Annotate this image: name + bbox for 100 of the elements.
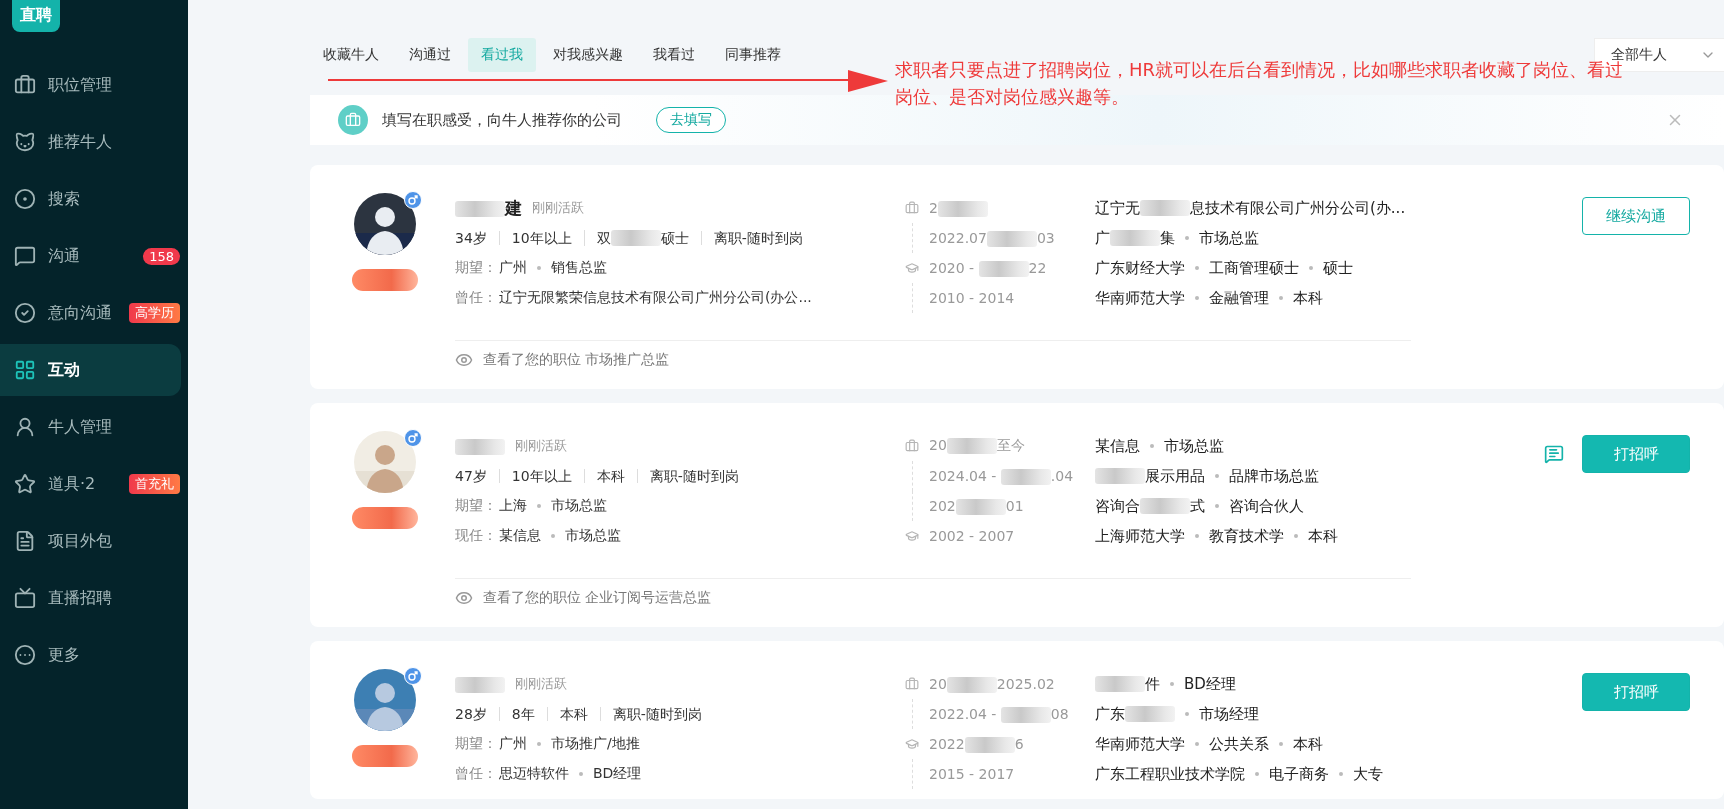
experience-text: 教育技术学 [1209, 526, 1284, 545]
sidebar-item[interactable]: 搜索 [0, 173, 180, 225]
date-range: 2025.02 [996, 675, 1055, 692]
blurred-text [964, 736, 1015, 753]
field-label: 曾任： [455, 289, 497, 307]
separator-dot [1279, 296, 1283, 300]
experience-text: 品牌市场总监 [1229, 466, 1319, 485]
profile-tag: 离职-随时到岗 [612, 707, 702, 721]
experience-text: 集 [1160, 228, 1175, 247]
blurred-tag [352, 745, 418, 767]
tab[interactable]: 收藏牛人 [310, 38, 392, 72]
date-range: 20 [929, 675, 947, 692]
sidebar-item[interactable]: 互动 [0, 344, 181, 396]
separator-dot [1215, 474, 1219, 478]
separator-dot [1150, 444, 1154, 448]
graduation-cap-icon [905, 529, 919, 543]
graduation-cap-icon [905, 737, 919, 751]
briefcase-icon [905, 439, 919, 453]
blurred-text [937, 200, 988, 217]
experience-text: 公共关系 [1209, 734, 1269, 753]
blurred-tag [352, 507, 418, 529]
separator-dot [1195, 296, 1199, 300]
date-range: 22 [1028, 259, 1047, 276]
blurred-text [610, 230, 661, 246]
promo-tag: 首充礼 [129, 474, 180, 494]
banner-text: 填写在职感受，向牛人推荐你的公司 [382, 110, 622, 130]
experience-text: 华南师范大学 [1095, 734, 1185, 753]
date-range: 08 [1050, 705, 1069, 722]
sidebar-item[interactable]: 职位管理 [0, 59, 180, 111]
sidebar-item[interactable]: 意向沟通 [0, 287, 129, 339]
sidebar-item[interactable]: 沟通 [0, 230, 144, 282]
blurred-text [978, 260, 1029, 277]
separator-dot [1185, 712, 1189, 716]
separator-dot [537, 504, 541, 508]
field-value: BD经理 [593, 765, 642, 783]
blurred-text [1140, 200, 1190, 216]
profile-tag: 34岁 [455, 231, 487, 245]
sidebar-item[interactable]: 牛人管理 [0, 401, 180, 453]
activity-status: 刚刚活跃 [515, 675, 567, 693]
star-icon [14, 473, 36, 495]
separator-dot [1279, 742, 1283, 746]
experience-text: 式 [1190, 496, 1205, 515]
separator-dot [1255, 772, 1259, 776]
experience-text: 息技术有限公司广州分公司(办... [1190, 198, 1406, 217]
blurred-text [1000, 468, 1051, 485]
blurred-text [1110, 230, 1160, 246]
field-value: 思迈特软件 [499, 765, 569, 783]
date-range: 2020 - [929, 259, 976, 276]
experience-text: 市场经理 [1199, 704, 1259, 723]
separator-dot [1170, 682, 1174, 686]
sidebar-item[interactable]: 项目外包 [0, 515, 180, 567]
check-circle-icon [14, 302, 36, 324]
date-range: 2024.04 - [929, 467, 998, 484]
eye-icon [455, 351, 473, 369]
blurred-text [1095, 468, 1145, 484]
experience-text: 广东工程职业技术学院 [1095, 764, 1245, 783]
date-range: 01 [1005, 497, 1024, 514]
sidebar-item[interactable]: 道具·2 [0, 458, 129, 510]
activity-status: 刚刚活跃 [515, 437, 567, 455]
tab[interactable]: 我看过 [640, 38, 708, 72]
male-icon [404, 667, 422, 685]
male-icon [404, 191, 422, 209]
profile-tag: 双 [596, 231, 611, 245]
tab[interactable]: 同事推荐 [712, 38, 794, 72]
separator-dot [537, 266, 541, 270]
separator-dot [1195, 742, 1199, 746]
male-icon [404, 429, 422, 447]
separator-dot [1294, 534, 1298, 538]
experience-text: 件 [1145, 674, 1160, 693]
experience-text: 广东财经大学 [1095, 258, 1185, 277]
sidebar-item[interactable]: 直播招聘 [0, 572, 180, 624]
field-value: 市场推广/地推 [551, 735, 640, 753]
date-range: 6 [1014, 735, 1024, 752]
experience-text: 大专 [1353, 764, 1383, 783]
experience-text: BD经理 [1184, 674, 1236, 693]
briefcase-icon [338, 105, 368, 135]
viewed-job-text: 查看了您的职位 市场推广总监 [483, 351, 670, 369]
activity-status: 刚刚活跃 [532, 199, 584, 217]
tab[interactable]: 对我感兴趣 [540, 38, 636, 72]
blurred-text [1095, 676, 1145, 692]
experience-text: 辽宁无 [1095, 198, 1140, 217]
experience-text: 咨询合 [1095, 496, 1140, 515]
date-range: 2 [929, 199, 938, 216]
message-icon[interactable] [1544, 444, 1564, 464]
experience-text: 工商管理硕士 [1209, 258, 1299, 277]
experience-text: 广东 [1095, 704, 1125, 723]
more-icon [14, 644, 36, 666]
field-label: 曾任： [455, 765, 497, 783]
experience-text: 电子商务 [1269, 764, 1329, 783]
field-label: 期望： [455, 497, 497, 515]
sidebar-item[interactable]: 推荐牛人 [0, 116, 180, 168]
experience-text: 金融管理 [1209, 288, 1269, 307]
sidebar-item[interactable]: 更多 [0, 629, 180, 681]
field-label: 现任： [455, 527, 497, 545]
tab[interactable]: 沟通过 [396, 38, 464, 72]
profile-tag: 47岁 [455, 469, 487, 483]
field-value: 市场总监 [551, 497, 607, 515]
experience-text: 某信息 [1095, 436, 1140, 455]
date-range: 2010 - 2014 [929, 290, 1015, 306]
experience-text: 本科 [1308, 526, 1338, 545]
